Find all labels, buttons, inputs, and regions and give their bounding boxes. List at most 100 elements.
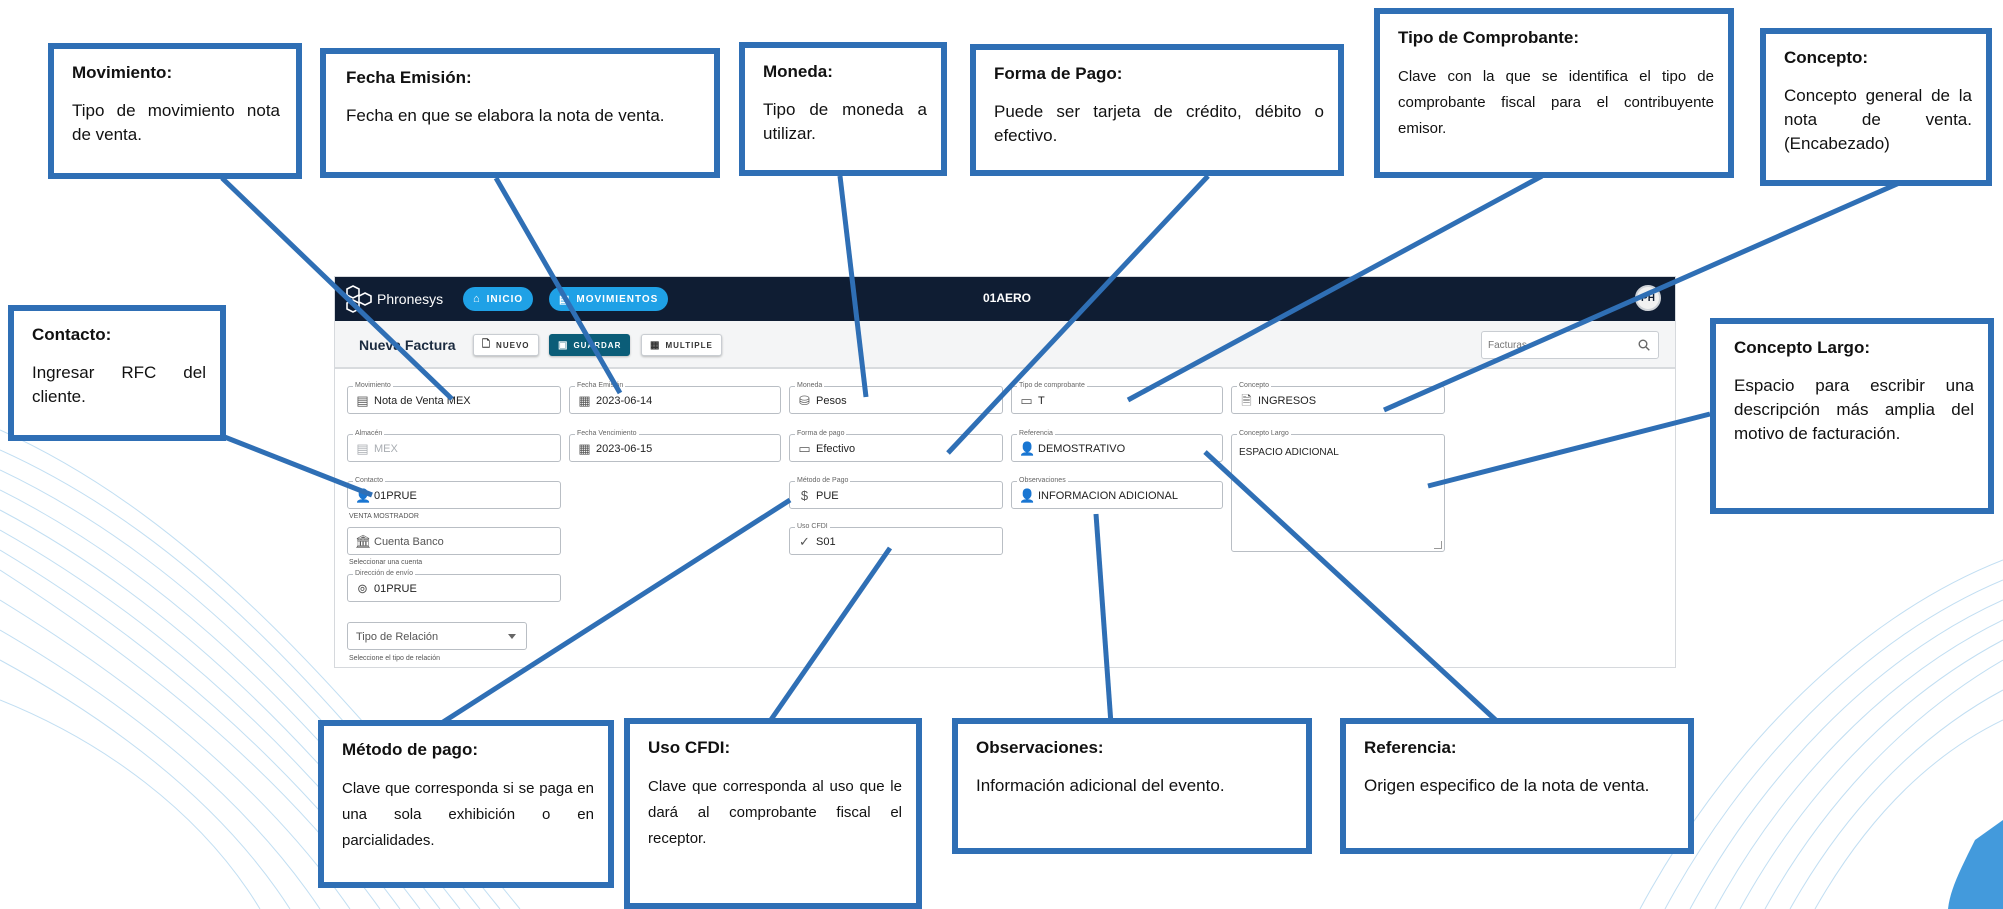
callout-observaciones-body: Información adicional del evento. (976, 776, 1225, 795)
fecha-emision-value: 2023-06-14 (596, 395, 653, 407)
almacen-value: MEX (374, 443, 398, 455)
page-title: Nueva Factura (359, 337, 456, 353)
callout-movimiento: Movimiento: Tipo de movimiento nota de v… (48, 43, 302, 179)
tipo-comprobante-label: Tipo de comprobante (1017, 381, 1087, 391)
callout-contacto: Contacto: Ingresar RFC del cliente. (8, 305, 226, 441)
callout-forma-pago-body: Puede ser tarjeta de crédito, débito o e… (994, 102, 1324, 145)
brand-name: Phronesys (377, 291, 444, 307)
warehouse-icon: ▤ (356, 441, 369, 456)
location-pin-icon: ⊚ (357, 581, 368, 596)
nav-inicio-button[interactable]: ⌂ INICIO (463, 287, 534, 311)
tipo-comprobante-field[interactable]: Tipo de comprobante ▭ T (1011, 381, 1223, 414)
contacto-field[interactable]: Contacto 👤 01PRUE (347, 476, 561, 509)
movimiento-value: Nota de Venta MEX (374, 395, 471, 407)
phronesys-logo-icon (346, 285, 372, 313)
callout-forma-pago-title: Forma de Pago: (994, 64, 1123, 83)
contacto-label: Contacto (353, 476, 386, 486)
cuenta-banco-helper-text: Seleccionar una cuenta (349, 559, 423, 566)
movimiento-field[interactable]: Movimiento ▤ Nota de Venta MEX (347, 381, 561, 414)
callout-contacto-title: Contacto: (32, 325, 112, 344)
calendar-icon: ▦ (578, 393, 591, 408)
cuenta-banco-field[interactable]: 🏛 Cuenta Banco (347, 527, 561, 555)
nuevo-label: NUEVO (496, 340, 530, 350)
callout-concepto-largo: Concepto Largo: Espacio para escribir un… (1710, 318, 1994, 514)
callout-concepto: Concepto: Concepto general de la nota de… (1760, 28, 1992, 186)
person-icon: 👤 (1019, 441, 1036, 456)
callout-uso-cfdi-title: Uso CFDI: (648, 738, 731, 757)
person-icon: 👤 (355, 488, 372, 503)
company-name: 01AERO (983, 291, 1032, 305)
resize-grip-icon[interactable] (1434, 541, 1442, 549)
callout-movimiento-title: Movimiento: (72, 63, 173, 82)
fecha-emision-field[interactable]: Fecha Emisión ▦ 2023-06-14 (569, 381, 781, 414)
moneda-label: Moneda (795, 381, 825, 391)
search-icon[interactable] (1638, 339, 1650, 351)
callout-fecha-emision-title: Fecha Emisión: (346, 68, 472, 87)
concepto-largo-textarea[interactable]: Concepto Largo ESPACIO ADICIONAL (1231, 429, 1445, 552)
referencia-label: Referencia (1017, 429, 1055, 439)
top-navbar: Phronesys ⌂ INICIO ▤ MOVIMIENTOS 01AERO … (335, 277, 1675, 321)
fecha-vencimiento-field[interactable]: Fecha Vencimiento ▦ 2023-06-15 (569, 429, 781, 462)
callout-metodo-pago-body: Clave que corresponda si se paga en una … (342, 780, 594, 849)
search-input[interactable] (1482, 332, 1622, 358)
uso-cfdi-field[interactable]: Uso CFDI ✓ S01 (789, 522, 1003, 555)
metodo-pago-field[interactable]: Método de Pago $ PUE (789, 476, 1003, 509)
uso-cfdi-value: S01 (816, 536, 836, 548)
metodo-pago-value: PUE (816, 490, 839, 502)
tipo-relacion-select[interactable]: Tipo de Relación (347, 622, 527, 650)
callout-metodo-pago: Método de pago: Clave que corresponda si… (318, 720, 614, 888)
callout-uso-cfdi: Uso CFDI: Clave que corresponda al uso q… (624, 718, 922, 909)
callout-forma-pago: Forma de Pago: Puede ser tarjeta de créd… (970, 44, 1344, 176)
multiple-icon: ▦ (650, 339, 661, 351)
contacto-value: 01PRUE (374, 490, 417, 502)
direccion-envio-field[interactable]: Dirección de envío ⊚ 01PRUE (347, 569, 561, 602)
callout-referencia: Referencia: Origen especifico de la nota… (1340, 718, 1694, 854)
person-icon: 👤 (1019, 488, 1036, 503)
coins-icon: ⛁ (799, 393, 810, 408)
referencia-value: DEMOSTRATIVO (1038, 443, 1126, 455)
concepto-field[interactable]: Concepto 🗎 INGRESOS (1231, 381, 1445, 414)
forma-pago-label: Forma de pago (795, 429, 847, 439)
nav-movimientos-button[interactable]: ▤ MOVIMIENTOS (549, 287, 669, 311)
direccion-envio-label: Dirección de envío (353, 569, 415, 579)
callout-metodo-pago-title: Método de pago: (342, 740, 478, 759)
movimiento-label: Movimiento (353, 381, 393, 391)
callout-fecha-emision: Fecha Emisión: Fecha en que se elabora l… (320, 48, 720, 178)
nav-inicio-label: INICIO (486, 293, 524, 305)
calendar-icon: ▦ (578, 441, 591, 456)
uso-cfdi-label: Uso CFDI (795, 522, 830, 532)
callout-observaciones: Observaciones: Información adicional del… (952, 718, 1312, 854)
forma-pago-field[interactable]: Forma de pago ▭ Efectivo (789, 429, 1003, 462)
app-screenshot: Phronesys ⌂ INICIO ▤ MOVIMIENTOS 01AERO … (334, 276, 1676, 668)
user-avatar[interactable]: PH (1635, 285, 1661, 311)
callout-tipo-comprobante-title: Tipo de Comprobante: (1398, 28, 1580, 47)
multiple-button[interactable]: ▦ MULTIPLE (641, 334, 722, 356)
tipo-relacion-value: Tipo de Relación (356, 631, 439, 643)
guardar-button[interactable]: ▣ GUARDAR (549, 334, 631, 356)
observaciones-field[interactable]: Observaciones 👤 INFORMACION ADICIONAL (1011, 476, 1223, 509)
almacen-field: Almacén ▤ MEX (347, 429, 561, 462)
callout-uso-cfdi-body: Clave que corresponda al uso que le dará… (648, 778, 902, 847)
callout-observaciones-title: Observaciones: (976, 738, 1104, 757)
home-icon: ⌂ (473, 293, 481, 305)
callout-tipo-comprobante-body: Clave con la que se identifica el tipo d… (1398, 68, 1714, 137)
multiple-label: MULTIPLE (665, 340, 713, 350)
direccion-envio-value: 01PRUE (374, 583, 417, 595)
concepto-largo-value: ESPACIO ADICIONAL (1239, 447, 1339, 458)
referencia-field[interactable]: Referencia 👤 DEMOSTRATIVO (1011, 429, 1223, 462)
callout-referencia-title: Referencia: (1364, 738, 1457, 757)
contacto-helper-text: VENTA MOSTRADOR (349, 513, 419, 520)
save-icon: ▣ (558, 339, 569, 351)
observaciones-label: Observaciones (1017, 476, 1068, 486)
document-toolbar: Nueva Factura 🗋 NUEVO ▣ GUARDAR ▦ MULTIP… (335, 321, 1675, 369)
callout-concepto-largo-body: Espacio para escribir una descripción má… (1734, 376, 1974, 443)
dollar-icon: $ (800, 488, 809, 503)
moneda-field[interactable]: Moneda ⛁ Pesos (789, 381, 1003, 414)
nav-movimientos-label: MOVIMIENTOS (576, 293, 659, 305)
nuevo-button[interactable]: 🗋 NUEVO (473, 334, 539, 356)
concepto-largo-label: Concepto Largo (1237, 429, 1291, 439)
callout-referencia-body: Origen especifico de la nota de venta. (1364, 776, 1650, 795)
bank-icon: 🏛 (355, 534, 372, 549)
observaciones-value: INFORMACION ADICIONAL (1038, 490, 1178, 502)
callout-moneda-body: Tipo de moneda a utilizar. (763, 100, 927, 143)
